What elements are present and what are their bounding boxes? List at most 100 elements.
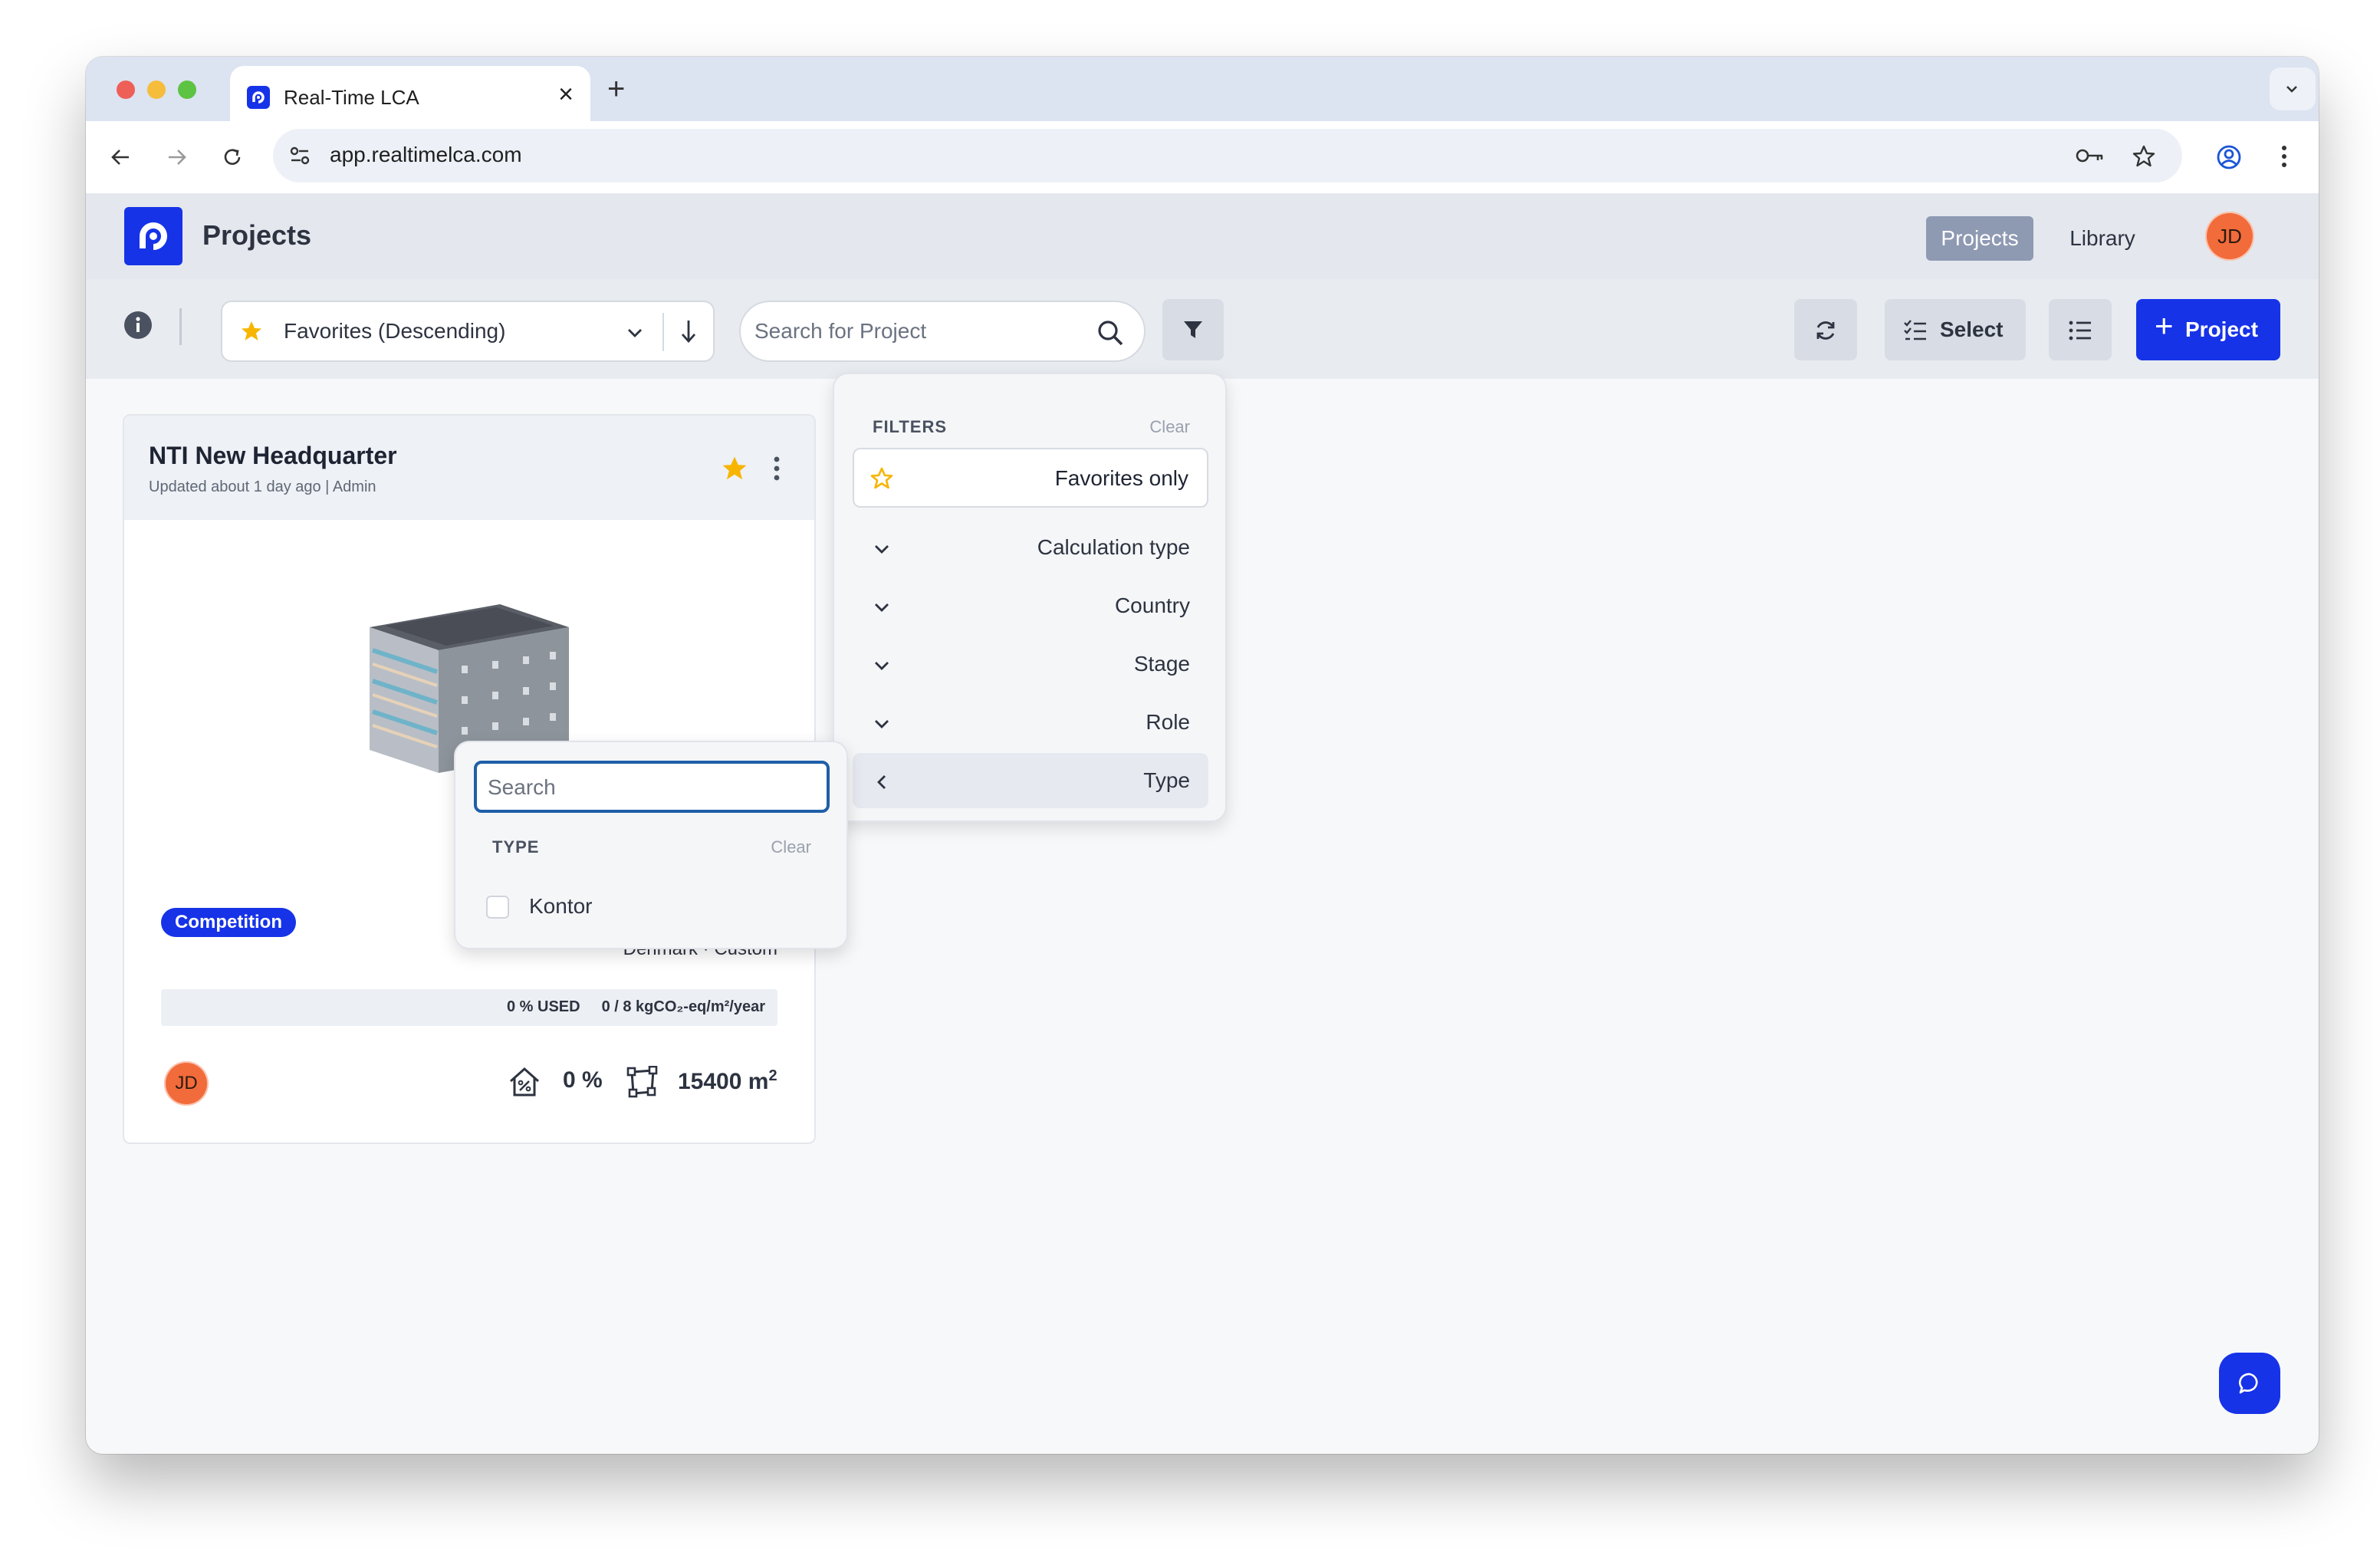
- usage-bar: 0 % USED 0 / 8 kgCO₂-eq/m²/year: [161, 989, 777, 1026]
- chevron-down-icon: [875, 603, 889, 612]
- sort-select[interactable]: Favorites (Descending): [221, 301, 715, 362]
- profile-icon[interactable]: [2216, 144, 2242, 170]
- filter-group-type[interactable]: Type: [853, 753, 1208, 808]
- forward-icon[interactable]: [166, 146, 189, 169]
- new-tab-icon[interactable]: +: [607, 74, 625, 104]
- area-icon: [626, 1066, 658, 1098]
- filters-title: FILTERS: [873, 417, 948, 436]
- page-title: Projects: [202, 219, 312, 251]
- filter-icon: [1184, 321, 1202, 338]
- sort-direction-icon[interactable]: [679, 317, 698, 345]
- usage-text: 0 % USED 0 / 8 kgCO₂-eq/m²/year: [485, 998, 765, 1016]
- kontor-checkbox[interactable]: [486, 896, 509, 919]
- nav-library[interactable]: Library: [2049, 216, 2156, 261]
- add-project-label: Project: [2185, 317, 2258, 341]
- search-icon[interactable]: [1096, 319, 1124, 347]
- minimize-window-button[interactable]: [147, 81, 166, 99]
- stat-area: 15400 m2: [678, 1067, 777, 1095]
- add-project-button[interactable]: + Project: [2136, 299, 2280, 360]
- chat-icon: [2238, 1373, 2258, 1394]
- type-filter-popover: TYPE Clear Kontor: [454, 741, 848, 949]
- close-tab-icon[interactable]: ×: [558, 81, 574, 107]
- divider: [179, 308, 182, 345]
- reload-icon[interactable]: [221, 146, 244, 169]
- project-search[interactable]: [739, 301, 1146, 362]
- filters-clear-button[interactable]: Clear: [1149, 417, 1190, 437]
- stat-percent: 0 %: [563, 1067, 603, 1093]
- site-settings-icon[interactable]: [288, 145, 311, 166]
- chevron-down-icon: [2286, 86, 2297, 93]
- user-avatar[interactable]: JD: [2205, 212, 2254, 261]
- browser-tab[interactable]: Real-Time LCA ×: [230, 66, 590, 121]
- tab-search-button[interactable]: [2270, 67, 2316, 110]
- select-button[interactable]: Select: [1885, 299, 2026, 360]
- browser-window: Real-Time LCA × + app.realtimelca.com Pr…: [86, 57, 2319, 1454]
- select-label: Select: [1940, 317, 2004, 341]
- chevron-down-icon: [875, 545, 889, 554]
- filter-group-label: Calculation type: [1037, 535, 1190, 559]
- browser-menu-icon[interactable]: [2280, 144, 2288, 169]
- more-options-icon[interactable]: [773, 455, 781, 482]
- divider: [662, 313, 664, 351]
- project-search-input[interactable]: [754, 316, 1077, 347]
- chevron-down-icon: [628, 329, 642, 337]
- maximize-window-button[interactable]: [178, 81, 196, 99]
- browser-toolbar: app.realtimelca.com: [86, 121, 2319, 193]
- filter-group-label: Stage: [1133, 652, 1190, 676]
- plus-icon: +: [2155, 307, 2174, 344]
- stat-area-unit: 2: [768, 1067, 777, 1084]
- address-bar[interactable]: app.realtimelca.com: [273, 129, 2182, 182]
- tab-title: Real-Time LCA: [284, 86, 419, 109]
- chat-button[interactable]: [2219, 1353, 2280, 1414]
- owner-avatar[interactable]: JD: [164, 1061, 209, 1106]
- tab-strip: Real-Time LCA × +: [86, 57, 2319, 121]
- checklist-icon: [1904, 320, 1926, 340]
- filter-group-label: Role: [1146, 710, 1190, 734]
- sort-label: Favorites (Descending): [284, 319, 506, 343]
- favorites-only-label: Favorites only: [1054, 466, 1188, 490]
- project-tag: Competition: [161, 908, 296, 937]
- app-logo[interactable]: [124, 207, 182, 265]
- list-icon: [2069, 321, 2091, 340]
- close-window-button[interactable]: [117, 81, 135, 99]
- stat-area-value: 15400 m: [678, 1069, 769, 1094]
- chevron-down-icon: [875, 662, 889, 670]
- house-percent-icon: [510, 1067, 539, 1097]
- card-header: NTI New Headquarter Updated about 1 day …: [124, 416, 814, 520]
- type-search-input[interactable]: [488, 773, 810, 802]
- filter-group-country[interactable]: Country: [853, 578, 1208, 633]
- info-icon[interactable]: [123, 310, 153, 340]
- list-view-button[interactable]: [2049, 299, 2112, 360]
- project-meta: Updated about 1 day ago | Admin: [149, 478, 376, 495]
- filter-group-calculation-type[interactable]: Calculation type: [853, 520, 1208, 575]
- type-search[interactable]: [474, 761, 830, 813]
- filter-button[interactable]: [1162, 299, 1224, 360]
- nav-projects[interactable]: Projects: [1926, 216, 2033, 261]
- type-title: TYPE: [492, 837, 540, 857]
- usage-limit: 0 / 8 kgCO₂-eq/m²/year: [601, 998, 765, 1015]
- type-clear-button[interactable]: Clear: [771, 837, 811, 857]
- favorite-star-icon[interactable]: [719, 454, 750, 483]
- app-header: Projects Projects Library JD: [86, 193, 2319, 279]
- filter-group-label: Type: [1143, 768, 1190, 792]
- filter-group-role[interactable]: Role: [853, 695, 1208, 750]
- project-title[interactable]: NTI New Headquarter: [149, 442, 397, 470]
- refresh-icon: [1816, 321, 1835, 340]
- filter-group-label: Country: [1114, 594, 1190, 617]
- type-option-label[interactable]: Kontor: [529, 894, 593, 919]
- chevron-down-icon: [875, 720, 889, 728]
- app-favicon-icon: [247, 86, 270, 109]
- password-key-icon[interactable]: [2075, 147, 2106, 164]
- usage-used: 0 % USED: [506, 998, 580, 1015]
- star-outline-icon: [870, 467, 893, 489]
- filters-dropdown: FILTERS Clear Favorites only Calculation…: [833, 373, 1227, 822]
- url-text: app.realtimelca.com: [330, 143, 522, 166]
- chevron-left-icon: [877, 775, 886, 789]
- filter-bar: Favorites (Descending) Select + Project: [86, 279, 2319, 379]
- favorites-only-toggle[interactable]: Favorites only: [853, 448, 1208, 508]
- bookmark-star-icon[interactable]: [2132, 144, 2156, 169]
- back-icon[interactable]: [109, 146, 132, 169]
- filter-group-stage[interactable]: Stage: [853, 636, 1208, 692]
- star-icon: [242, 321, 261, 340]
- refresh-button[interactable]: [1794, 299, 1857, 360]
